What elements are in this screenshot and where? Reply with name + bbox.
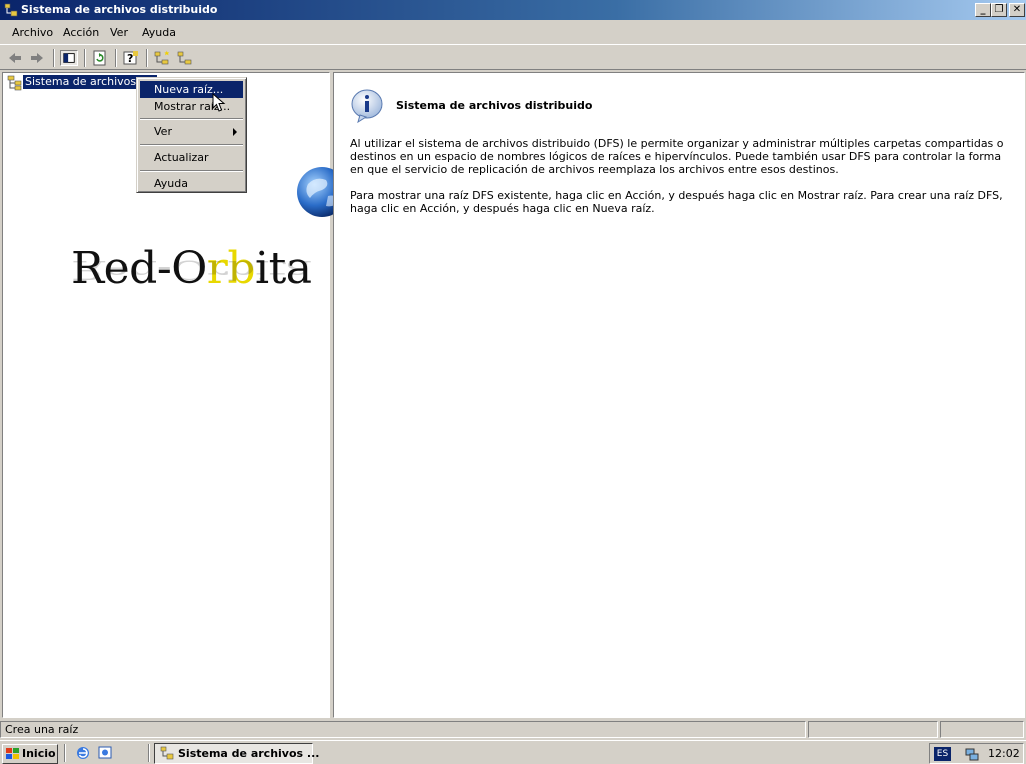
window-title: Sistema de archivos distribuido	[21, 3, 218, 16]
content-pane: Sistema de archivos distribuido Al utili…	[333, 72, 1025, 718]
toolbar: ?	[0, 44, 1026, 70]
toolbar-separator	[115, 49, 117, 67]
status-bar: Crea una raíz	[0, 720, 1026, 739]
show-hide-tree-icon[interactable]	[60, 50, 78, 66]
watermark-reflection: Red-Orbita	[71, 254, 312, 285]
submenu-arrow-icon	[233, 128, 237, 136]
menu-ver[interactable]: Ver	[110, 26, 128, 39]
close-button[interactable]: ✕	[1009, 3, 1025, 17]
menu-archivo[interactable]: Archivo	[12, 26, 53, 39]
status-text: Crea una raíz	[5, 723, 79, 736]
back-arrow-icon[interactable]	[6, 50, 24, 66]
dfs-root-icon	[7, 75, 22, 91]
dfs-app-icon	[160, 746, 174, 760]
system-tray: ES 12:02	[929, 743, 1024, 764]
menu-ayuda[interactable]: Ayuda	[142, 26, 176, 39]
internet-explorer-icon[interactable]	[75, 745, 91, 761]
taskbar-window-label: Sistema de archivos ...	[178, 747, 320, 760]
language-indicator[interactable]: ES	[934, 747, 951, 761]
help-icon[interactable]: ?	[122, 50, 140, 66]
start-button[interactable]: Inicio	[2, 744, 58, 764]
start-label: Inicio	[22, 747, 56, 760]
show-desktop-icon[interactable]	[97, 745, 113, 761]
minimize-button[interactable]: _	[975, 3, 991, 17]
new-root-icon[interactable]	[153, 50, 171, 66]
ctx-ayuda[interactable]: Ayuda	[140, 175, 243, 192]
network-icon[interactable]	[964, 746, 980, 762]
taskbar-window-button[interactable]: Sistema de archivos ...	[154, 743, 319, 764]
ctx-actualizar[interactable]: Actualizar	[140, 149, 243, 166]
taskbar: Inicio Sistema de archivos ... ES 12:02	[0, 740, 1026, 764]
toolbar-separator	[84, 49, 86, 67]
clock[interactable]: 12:02	[988, 747, 1020, 760]
toolbar-separator	[146, 49, 148, 67]
taskbar-separator	[148, 744, 150, 762]
ctx-ver-label: Ver	[154, 125, 172, 138]
taskbar-separator	[64, 744, 66, 762]
ctx-separator	[140, 170, 243, 172]
show-root-icon[interactable]	[176, 50, 194, 66]
info-icon	[351, 89, 383, 124]
menu-accion[interactable]: Acción	[63, 26, 99, 39]
refresh-icon[interactable]	[91, 50, 109, 66]
ctx-separator	[140, 118, 243, 120]
context-menu: Nueva raíz... Mostrar raíz... Ver Actual…	[136, 77, 247, 193]
description-paragraph: Al utilizar el sistema de archivos distr…	[350, 137, 1004, 176]
restore-button[interactable]: ❐	[991, 3, 1007, 17]
status-panel	[808, 721, 938, 738]
forward-arrow-icon[interactable]	[28, 50, 46, 66]
windows-logo-icon	[6, 748, 19, 759]
content-title: Sistema de archivos distribuido	[396, 99, 593, 112]
ctx-ver[interactable]: Ver	[140, 123, 243, 140]
menu-bar: Archivo Acción Ver Ayuda	[0, 22, 1026, 43]
ctx-nueva-raiz[interactable]: Nueva raíz...	[140, 81, 243, 98]
ctx-mostrar-raiz[interactable]: Mostrar raíz...	[140, 98, 243, 115]
toolbar-separator	[53, 49, 55, 67]
svg-text:?: ?	[127, 52, 133, 65]
ctx-separator	[140, 144, 243, 146]
status-panel	[940, 721, 1024, 738]
instructions-paragraph: Para mostrar una raíz DFS existente, hag…	[350, 189, 1003, 215]
dfs-app-icon	[4, 3, 18, 17]
mouse-cursor-icon	[212, 93, 226, 112]
title-bar[interactable]: Sistema de archivos distribuido _ ❐ ✕	[0, 0, 1026, 20]
status-panel-main: Crea una raíz	[0, 721, 806, 738]
